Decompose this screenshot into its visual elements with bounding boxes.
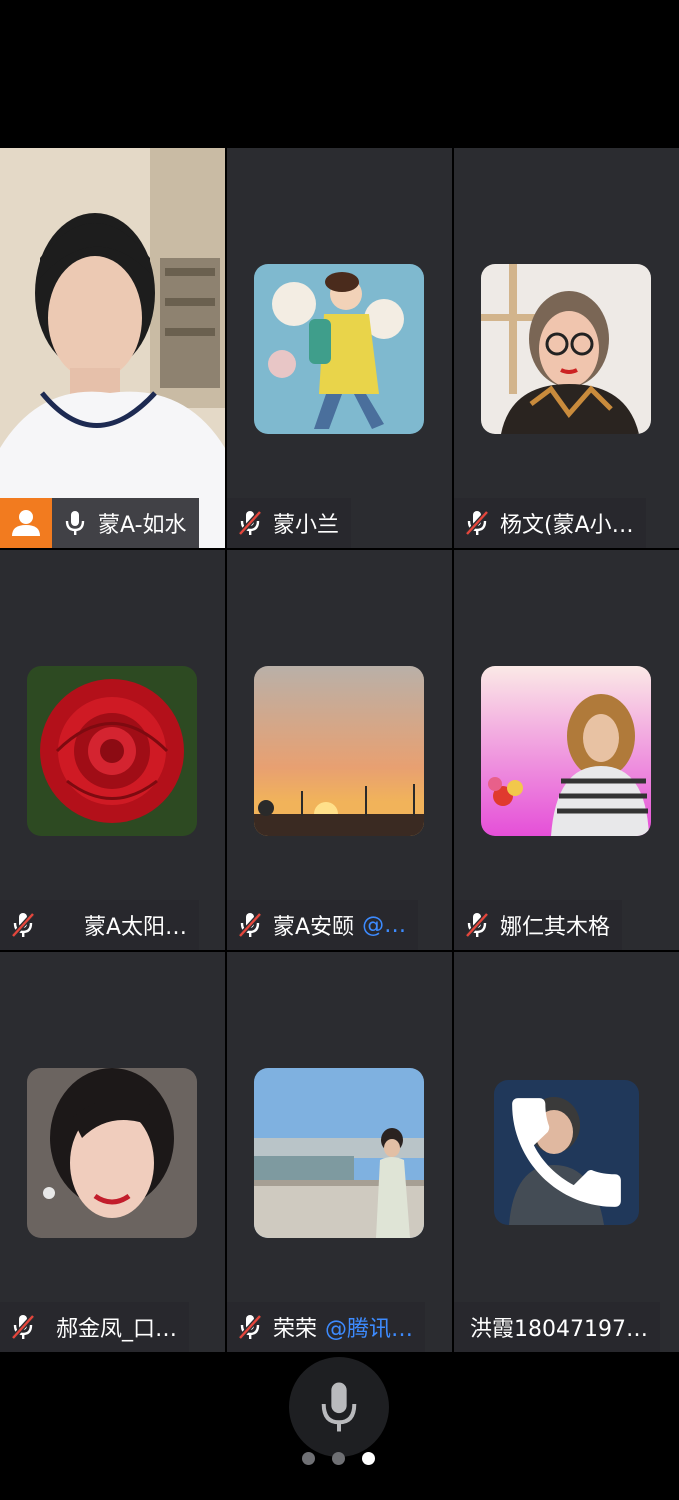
participant-name: 洪霞18047197… <box>470 1317 648 1342</box>
participant-name: 蒙A安颐 <box>273 915 355 940</box>
participant-namebar: 娜仁其木格 <box>454 900 623 950</box>
participant-tile[interactable]: 蒙A太阳… <box>0 550 225 950</box>
unmute-button[interactable] <box>289 1357 389 1457</box>
participant-namebar: 蒙A安颐 @… <box>227 900 419 950</box>
participant-namebar: 杨文(蒙A小… <box>454 498 646 548</box>
participant-avatar <box>27 666 197 836</box>
page-indicator[interactable] <box>302 1452 375 1465</box>
page-dot-active[interactable] <box>362 1452 375 1465</box>
microphone-icon <box>65 511 85 535</box>
participant-name: 郝金凤_口… <box>56 1317 178 1342</box>
participant-avatar <box>481 264 651 434</box>
participant-avatar <box>254 264 424 434</box>
participant-tile[interactable]: 郝金凤_口… <box>0 952 225 1352</box>
participant-namebar: 蒙小兰 <box>227 498 352 548</box>
mic-muted-icon <box>11 1314 35 1340</box>
participant-grid: 蒙A-如水 蒙小兰 杨文(蒙A小… 蒙A太阳… 蒙A安颐 @… 娜仁其木格 郝金… <box>0 148 679 1352</box>
participant-tile[interactable]: 娜仁其木格 <box>454 550 679 950</box>
participant-name: 荣荣 <box>273 1317 318 1342</box>
participant-tile[interactable]: 蒙A-如水 <box>0 148 225 548</box>
participant-tile[interactable]: 蒙A安颐 @… <box>227 550 452 950</box>
host-user-icon <box>12 510 40 536</box>
participant-tile[interactable]: 荣荣 @腾讯… <box>227 952 452 1352</box>
participant-namebar: 荣荣 @腾讯… <box>227 1302 426 1352</box>
participant-avatar <box>254 1068 424 1238</box>
participant-avatar <box>494 1080 639 1225</box>
mic-muted-icon <box>238 912 262 938</box>
participant-name: 蒙A太阳… <box>84 915 188 940</box>
participant-video <box>0 148 225 548</box>
mic-muted-icon <box>11 912 35 938</box>
participant-tile[interactable]: 蒙小兰 <box>227 148 452 548</box>
participant-avatar <box>27 1068 197 1238</box>
participant-org-tag: @腾讯… <box>325 1317 414 1342</box>
participant-avatar <box>481 666 651 836</box>
participant-org-tag: @… <box>362 912 407 938</box>
mic-muted-icon <box>465 510 489 536</box>
participant-name: 蒙小兰 <box>273 513 340 538</box>
participant-namebar: 郝金凤_口… <box>0 1302 190 1352</box>
mic-muted-icon <box>238 1314 262 1340</box>
participant-tile[interactable]: 洪霞18047197… <box>454 952 679 1352</box>
page-dot[interactable] <box>302 1452 315 1465</box>
participant-avatar <box>254 666 424 836</box>
participant-name: 杨文(蒙A小… <box>500 513 634 538</box>
participant-name: 娜仁其木格 <box>500 915 611 940</box>
mic-muted-icon <box>465 912 489 938</box>
participant-namebar: 蒙A-如水 <box>52 498 199 548</box>
microphone-icon <box>321 1382 357 1432</box>
participant-namebar: 洪霞18047197… <box>454 1302 660 1352</box>
page-dot[interactable] <box>332 1452 345 1465</box>
participant-name: 蒙A-如水 <box>98 513 187 538</box>
mic-muted-icon <box>238 510 262 536</box>
host-badge <box>0 498 52 548</box>
participant-namebar: 蒙A太阳… <box>0 900 200 950</box>
participant-tile[interactable]: 杨文(蒙A小… <box>454 148 679 548</box>
phone-icon <box>494 1080 639 1225</box>
